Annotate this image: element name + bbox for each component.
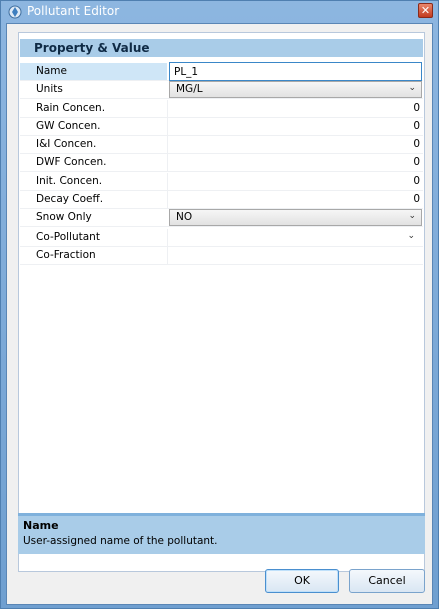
column-divider [167, 173, 168, 190]
property-value[interactable]: 0 [413, 156, 420, 168]
property-label: Co-Pollutant [36, 231, 100, 243]
column-divider [167, 154, 168, 171]
property-value[interactable]: 0 [413, 175, 420, 187]
property-label: GW Concen. [36, 120, 101, 132]
property-label: Units [36, 83, 63, 95]
column-divider [167, 229, 168, 246]
property-label: Rain Concen. [36, 102, 106, 114]
property-row-init-concen[interactable]: Init. Concen. 0 [20, 173, 423, 191]
property-row-decay-coeff[interactable]: Decay Coeff. 0 [20, 191, 423, 209]
title-bar[interactable]: Pollutant Editor ✕ [1, 1, 438, 23]
units-value: MG/L [176, 83, 203, 95]
column-divider [167, 136, 168, 153]
grid-header-label: Property & Value [34, 41, 150, 55]
property-label: Decay Coeff. [36, 193, 104, 205]
property-grid: Property & Value Name Units MG/L ⌄ Rain … [18, 32, 425, 572]
property-row-co-pollutant[interactable]: Co-Pollutant ⌄ [20, 229, 423, 247]
property-row-units[interactable]: Units MG/L ⌄ [20, 81, 423, 99]
cancel-button[interactable]: Cancel [349, 569, 425, 593]
chevron-down-icon[interactable]: ⌄ [408, 211, 416, 221]
property-row-rain-concen[interactable]: Rain Concen. 0 [20, 100, 423, 118]
column-divider [167, 247, 168, 264]
chevron-down-icon[interactable]: ⌄ [408, 83, 416, 93]
property-row-snow-only[interactable]: Snow Only NO ⌄ [20, 209, 423, 227]
property-row-name[interactable]: Name [20, 62, 423, 81]
grid-header: Property & Value [20, 39, 423, 57]
property-label: Co-Fraction [36, 249, 96, 261]
property-row-co-fraction[interactable]: Co-Fraction [20, 247, 423, 265]
column-divider [167, 191, 168, 208]
chevron-down-icon[interactable]: ⌄ [407, 231, 415, 241]
property-value[interactable]: 0 [413, 138, 420, 150]
property-value[interactable]: 0 [413, 102, 420, 114]
column-divider [167, 118, 168, 135]
column-divider [167, 100, 168, 117]
property-row-gw-concen[interactable]: GW Concen. 0 [20, 118, 423, 136]
snow-only-value: NO [176, 211, 193, 223]
property-label: DWF Concen. [36, 156, 107, 168]
dialog-body: Property & Value Name Units MG/L ⌄ Rain … [6, 23, 433, 605]
name-input[interactable] [169, 62, 422, 81]
property-value[interactable]: 0 [413, 120, 420, 132]
units-dropdown[interactable]: MG/L ⌄ [169, 81, 422, 98]
pollutant-editor-icon [8, 5, 22, 19]
property-label: Snow Only [36, 211, 92, 223]
property-label: Name [36, 65, 67, 77]
property-row-dwf-concen[interactable]: DWF Concen. 0 [20, 154, 423, 172]
pollutant-editor-window: Pollutant Editor ✕ Property & Value Name… [0, 0, 439, 609]
close-button[interactable]: ✕ [418, 3, 433, 18]
property-label: Init. Concen. [36, 175, 103, 187]
help-description: User-assigned name of the pollutant. [23, 535, 218, 547]
help-panel: Name User-assigned name of the pollutant… [18, 513, 425, 554]
property-label: I&I Concen. [36, 138, 97, 150]
close-icon: ✕ [420, 4, 431, 17]
property-row-ii-concen[interactable]: I&I Concen. 0 [20, 136, 423, 154]
window-title: Pollutant Editor [27, 4, 120, 18]
snow-only-dropdown[interactable]: NO ⌄ [169, 209, 422, 226]
help-title: Name [23, 519, 59, 532]
ok-button[interactable]: OK [265, 569, 339, 593]
property-value[interactable]: 0 [413, 193, 420, 205]
